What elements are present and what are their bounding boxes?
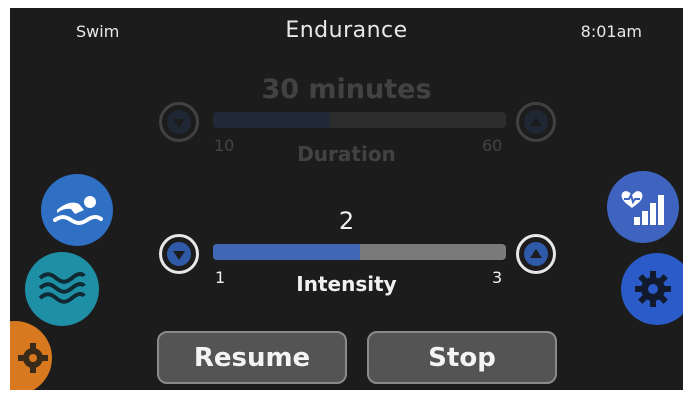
duration-decrease-button[interactable] (159, 102, 199, 142)
chevron-up-icon (524, 110, 548, 134)
duration-value: 30 minutes (261, 74, 432, 105)
intensity-increase-button[interactable] (516, 234, 556, 274)
device-screen: Swim Endurance 8:01am 30 minutes 10 60 D… (10, 8, 683, 390)
duration-slider[interactable] (213, 112, 506, 128)
chevron-down-icon (167, 110, 191, 134)
intensity-label: Intensity (296, 272, 397, 296)
top-bar: Swim Endurance 8:01am (10, 8, 683, 53)
intensity-slider[interactable] (213, 244, 506, 260)
duration-slider-fill (213, 112, 331, 128)
resume-button[interactable]: Resume (157, 331, 347, 384)
gear-icon[interactable] (10, 321, 52, 390)
duration-label: Duration (297, 142, 396, 166)
heart-stats-icon[interactable] (607, 171, 679, 243)
settings-gear-icon[interactable] (621, 253, 683, 325)
waves-icon[interactable] (25, 252, 99, 326)
intensity-decrease-button[interactable] (159, 234, 199, 274)
chevron-up-icon (524, 242, 548, 266)
stop-button[interactable]: Stop (367, 331, 557, 384)
duration-increase-button[interactable] (516, 102, 556, 142)
swimmer-icon[interactable] (41, 174, 113, 246)
intensity-slider-fill (213, 244, 360, 260)
clock: 8:01am (580, 22, 642, 41)
chevron-down-icon (167, 242, 191, 266)
